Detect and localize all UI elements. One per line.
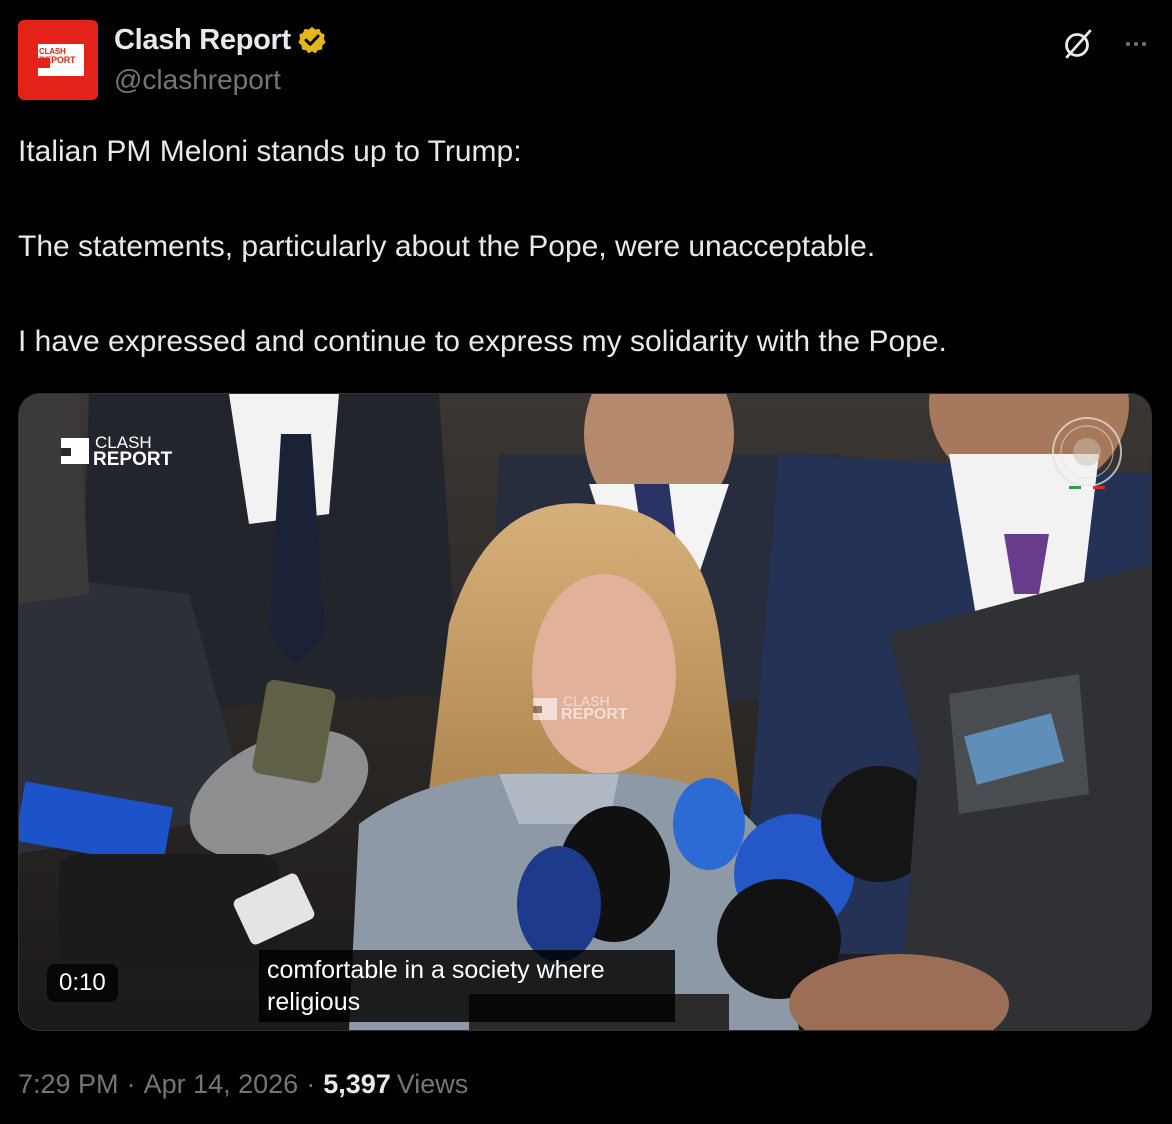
grok-icon[interactable] <box>1060 26 1096 62</box>
tweet-time[interactable]: 7:29 PM <box>18 1066 119 1102</box>
name-row: Clash Report <box>114 22 327 58</box>
author-display-name[interactable]: Clash Report <box>114 24 291 57</box>
meta-separator: · <box>306 1069 316 1099</box>
tweet-header: CLASH REPORT Clash Report @clashreport <box>18 20 1154 100</box>
views-label: Views <box>396 1069 469 1099</box>
more-options-icon[interactable] <box>1118 26 1154 62</box>
meta-separator: · <box>126 1069 136 1099</box>
seal-icon <box>1052 417 1122 489</box>
tweet-date[interactable]: Apr 14, 2026 <box>144 1066 299 1102</box>
watermark-center-line2: REPORT <box>561 706 628 723</box>
verified-badge-icon[interactable] <box>297 25 327 55</box>
watermark-line2: REPORT <box>93 449 173 470</box>
watermark-logo-center: CLASH REPORT <box>533 694 643 726</box>
watermark-logo: CLASH REPORT <box>61 434 191 470</box>
tweet-text: Italian PM Meloni stands up to Trump: Th… <box>18 132 1154 362</box>
views-count[interactable]: 5,397 <box>323 1066 391 1102</box>
video-player[interactable]: CLASH REPORT CLASH REPORT comfortable in… <box>18 393 1152 1031</box>
tweet-paragraph: I have expressed and continue to express… <box>18 325 947 358</box>
video-duration-badge: 0:10 <box>47 964 118 1002</box>
avatar[interactable]: CLASH REPORT <box>18 20 98 100</box>
tweet-meta: 7:29 PM · Apr 14, 2026 · 5,397 Views <box>18 1066 468 1102</box>
author-handle[interactable]: @clashreport <box>114 64 281 96</box>
avatar-logo-text-line2: REPORT <box>39 55 76 65</box>
tweet-paragraph: Italian PM Meloni stands up to Trump: <box>18 135 522 168</box>
video-subtitle: comfortable in a society where religious <box>259 950 675 1022</box>
tweet-paragraph: The statements, particularly about the P… <box>18 230 876 263</box>
